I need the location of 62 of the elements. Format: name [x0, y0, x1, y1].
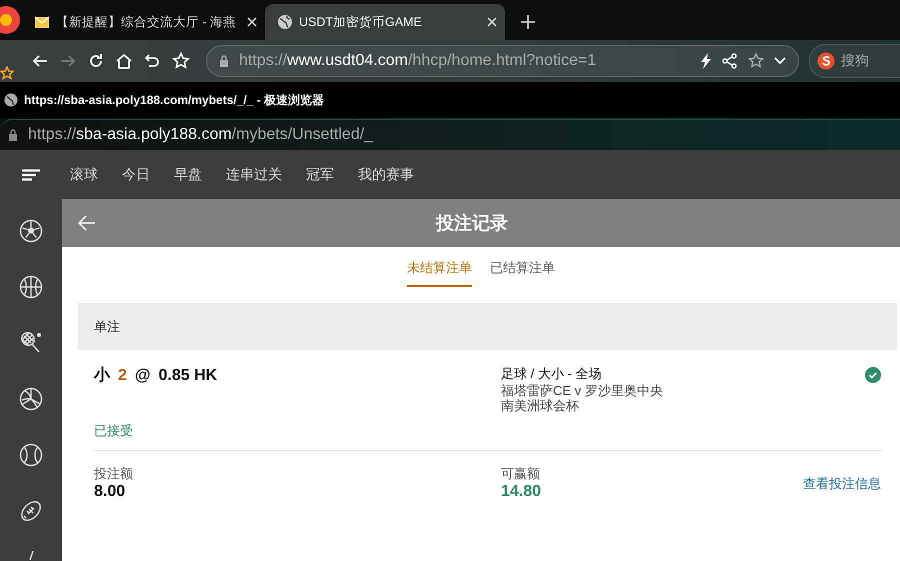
win-label: 可赢额	[501, 465, 541, 483]
browser-tab[interactable]: USDT加密货币GAME	[265, 4, 505, 40]
lock-icon	[8, 128, 18, 140]
nav-item[interactable]: 今日	[122, 166, 150, 184]
nav-item[interactable]: 冠军	[306, 166, 334, 184]
league-name: 南美洲球会杯	[501, 398, 580, 413]
nav-item[interactable]: 我的赛事	[358, 166, 414, 184]
section-title: 单注	[94, 318, 120, 336]
address-bar[interactable]: https://www.usdt04.com/hhcp/home.html?notice=1	[206, 45, 799, 77]
reload-icon[interactable]	[88, 53, 104, 69]
chevron-down-icon[interactable]	[774, 57, 786, 65]
menu-icon[interactable]	[22, 168, 40, 180]
tab[interactable]: 未结算注单	[407, 247, 472, 287]
at-sign: @	[134, 367, 151, 385]
nav-item[interactable]: 滚球	[70, 166, 98, 184]
star-icon[interactable]	[748, 53, 764, 69]
basketball-icon[interactable]	[19, 275, 43, 299]
page-title: 投注记录	[436, 212, 508, 235]
browser-logo-icon[interactable]	[0, 5, 22, 35]
bet-details-link[interactable]: 查看投注信息	[803, 475, 881, 493]
home-icon[interactable]	[116, 53, 132, 69]
back-arrow-icon[interactable]	[78, 215, 96, 231]
baseball-icon[interactable]	[19, 443, 43, 467]
undo-icon[interactable]	[144, 53, 160, 69]
check-circle-icon	[865, 367, 881, 383]
tennis-racket-icon[interactable]	[19, 331, 43, 355]
share-icon[interactable]	[722, 53, 738, 69]
globe-icon	[277, 14, 293, 30]
american-football-icon[interactable]	[19, 499, 43, 523]
close-icon[interactable]	[487, 17, 497, 27]
tooltip-text: https://sba-asia.poly188.com/mybets/_/_ - 极速浏览器	[24, 92, 324, 108]
match-name: 福塔雷萨CE v 罗沙里奥中央	[501, 383, 664, 398]
close-icon[interactable]	[247, 17, 257, 27]
envelope-icon	[34, 14, 50, 30]
market-name: 足球 / 大小 - 全场	[501, 365, 602, 383]
soccer-ball-icon[interactable]	[19, 219, 43, 243]
search-engine-logo-icon	[817, 52, 835, 70]
stake-label: 投注额	[94, 465, 134, 483]
stake-value: 8.00	[94, 483, 126, 501]
globe-icon	[4, 93, 18, 107]
lightning-icon[interactable]	[700, 53, 712, 69]
win-value: 14.80	[501, 483, 542, 501]
url-text: https://www.usdt04.com/hhcp/home.html?notice=1	[239, 52, 596, 70]
url-text: https://sba-asia.poly188.com/mybets/Unsettled/_	[28, 126, 374, 144]
tab-title: USDT加密货币GAME	[299, 14, 423, 30]
bet-status: 已接受	[94, 422, 134, 440]
bet-selection: 小	[94, 366, 110, 386]
back-icon[interactable]	[32, 53, 48, 69]
tab-title: 【新提醒】综合交流大厅 - 海燕	[56, 14, 238, 30]
star-icon[interactable]	[0, 66, 14, 80]
forward-icon[interactable]	[60, 53, 76, 69]
browser-tab[interactable]: 【新提醒】综合交流大厅 - 海燕	[22, 4, 265, 40]
volleyball-icon[interactable]	[19, 387, 43, 411]
nav-item[interactable]: 连串过关	[226, 166, 282, 184]
handicap-line: 2	[118, 367, 127, 385]
tab[interactable]: 已结算注单	[490, 247, 555, 287]
nav-item[interactable]: 早盘	[174, 166, 202, 184]
new-tab-icon[interactable]	[521, 15, 535, 29]
search-field[interactable]: 搜狗	[809, 44, 900, 78]
address-bar[interactable]: https://sba-asia.poly188.com/mybets/Unsettled/_	[0, 118, 900, 150]
odds-value: 0.85 HK	[158, 367, 218, 385]
lock-icon	[219, 55, 229, 67]
